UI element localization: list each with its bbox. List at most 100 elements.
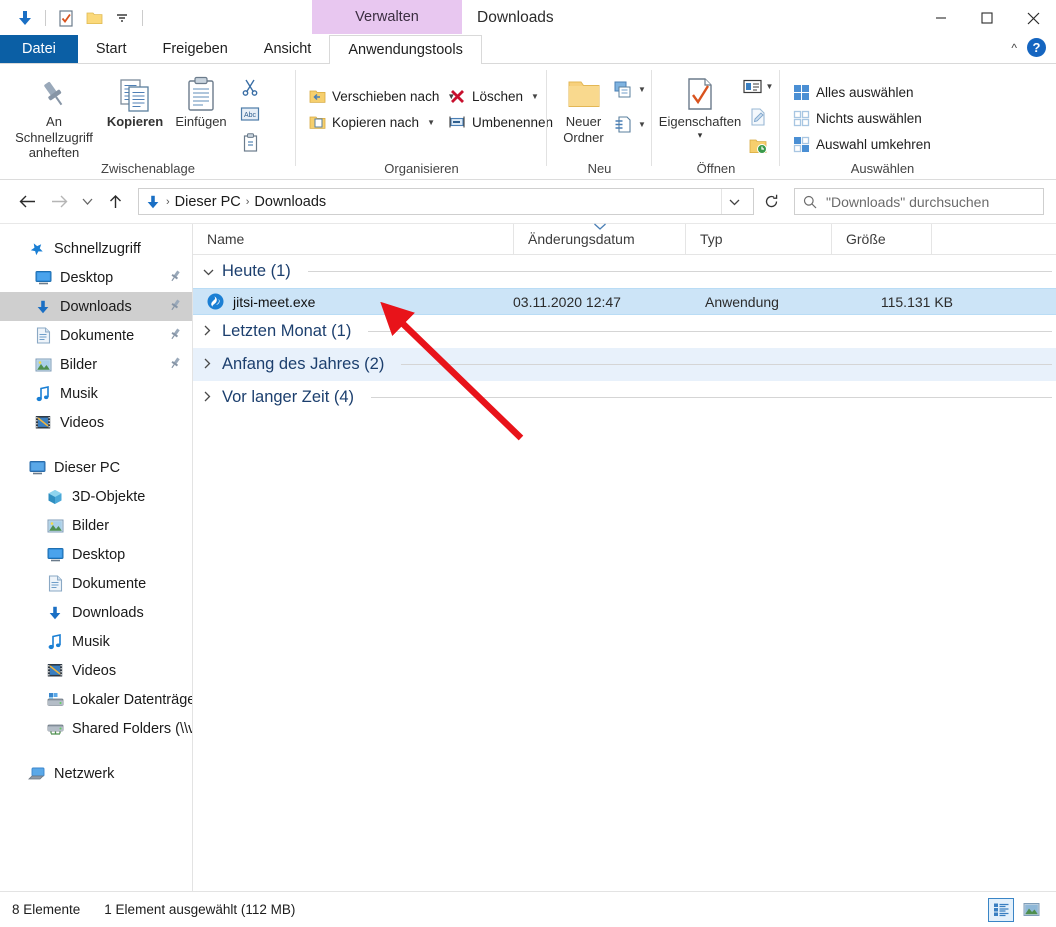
sidebar-item-shared-folders[interactable]: Shared Folders (\\vm xyxy=(0,714,192,743)
minimize-button[interactable] xyxy=(918,0,964,36)
column-header-groesse[interactable]: Größe xyxy=(831,224,931,255)
back-button[interactable] xyxy=(12,187,42,217)
chevron-down-icon[interactable]: ▼ xyxy=(531,92,539,101)
group-header-vor-langer-zeit[interactable]: Vor langer Zeit (4) xyxy=(193,381,1056,414)
sidebar-item-lokaler-datentraeger[interactable]: Lokaler Datenträger xyxy=(0,685,192,714)
move-to-button[interactable]: Verschieben nach ▼ xyxy=(302,84,430,108)
column-header-aenderungsdatum[interactable]: Änderungsdatum xyxy=(513,224,685,255)
invert-selection-button[interactable]: Auswahl umkehren xyxy=(786,132,937,156)
breadcrumb-bar[interactable]: › Dieser PC › Downloads xyxy=(138,188,754,215)
sidebar-label: Downloads xyxy=(72,605,144,621)
properties-icon[interactable] xyxy=(55,7,77,29)
forward-button[interactable] xyxy=(44,187,74,217)
history-button[interactable] xyxy=(742,133,774,160)
select-all-button[interactable]: Alles auswählen xyxy=(786,80,937,104)
sidebar-label: Videos xyxy=(72,663,116,679)
group-header-heute[interactable]: Heute (1) xyxy=(193,255,1056,288)
chevron-down-icon[interactable]: ▼ xyxy=(638,120,646,129)
details-view-button[interactable] xyxy=(988,898,1014,922)
sidebar-item-musik[interactable]: Musik xyxy=(0,379,192,408)
cut-button[interactable] xyxy=(234,73,266,100)
window-controls xyxy=(918,0,1056,36)
easy-access-button[interactable]: ▼ xyxy=(614,111,646,138)
group-label: Heute (1) xyxy=(222,262,291,281)
sidebar-item-dokumente[interactable]: Dokumente xyxy=(0,321,192,350)
chevron-right-icon[interactable] xyxy=(203,391,215,405)
sidebar-item-bilder[interactable]: Bilder xyxy=(0,350,192,379)
sidebar-item-desktop-pc[interactable]: Desktop xyxy=(0,540,192,569)
tab-datei[interactable]: Datei xyxy=(0,35,78,63)
chevron-down-icon[interactable]: ▼ xyxy=(638,85,646,94)
sidebar-item-netzwerk[interactable]: Netzwerk xyxy=(0,759,192,788)
maximize-button[interactable] xyxy=(964,0,1010,36)
copy-to-label: Kopieren nach xyxy=(332,115,419,130)
table-row[interactable]: jitsi-meet.exe 03.11.2020 12:47 Anwendun… xyxy=(193,288,1056,315)
sidebar-item-videos[interactable]: Videos xyxy=(0,408,192,437)
paste-button[interactable]: Einfügen xyxy=(168,68,234,130)
recent-locations-button[interactable] xyxy=(76,187,98,217)
new-folder-button[interactable]: Neuer Ordner xyxy=(553,68,614,145)
sidebar-item-videos-pc[interactable]: Videos xyxy=(0,656,192,685)
chevron-right-icon[interactable] xyxy=(203,358,215,372)
edit-button[interactable] xyxy=(742,103,774,130)
file-name-cell[interactable]: jitsi-meet.exe xyxy=(193,293,513,310)
tab-start[interactable]: Start xyxy=(78,35,145,63)
chevron-down-icon[interactable]: ▼ xyxy=(427,118,435,127)
pin-quick-access-button[interactable]: An Schnellzugriff anheften xyxy=(6,68,102,161)
new-item-button[interactable]: ▼ xyxy=(614,76,646,103)
ribbon-tab-strip: Datei Start Freigeben Ansicht Anwendungs… xyxy=(0,36,1056,64)
collapse-ribbon-icon[interactable]: ^ xyxy=(1011,41,1017,55)
close-button[interactable] xyxy=(1010,0,1056,36)
sidebar-item-musik-pc[interactable]: Musik xyxy=(0,627,192,656)
address-dropdown-icon[interactable] xyxy=(721,189,747,214)
column-header-name[interactable]: Name xyxy=(193,224,513,255)
tab-anwendungstools[interactable]: Anwendungstools xyxy=(329,35,481,64)
downloads-icon[interactable] xyxy=(14,7,36,29)
pin-icon[interactable] xyxy=(169,269,182,286)
sidebar-item-3d-objekte[interactable]: 3D-Objekte xyxy=(0,482,192,511)
group-header-letzten-monat[interactable]: Letzten Monat (1) xyxy=(193,315,1056,348)
help-icon[interactable]: ? xyxy=(1027,38,1046,57)
up-button[interactable] xyxy=(100,187,130,217)
disk-drive-icon xyxy=(46,691,64,709)
copy-to-button[interactable]: Kopieren nach ▼ xyxy=(302,110,430,134)
properties-button[interactable]: Eigenschaften ▾ xyxy=(658,68,742,140)
chevron-down-icon[interactable]: ▼ xyxy=(766,82,774,91)
breadcrumb-separator: › xyxy=(166,196,170,208)
delete-label: Löschen xyxy=(472,89,523,104)
breadcrumb-downloads[interactable]: Downloads xyxy=(254,194,326,210)
sidebar-item-dokumente-pc[interactable]: Dokumente xyxy=(0,569,192,598)
sidebar-item-dieser-pc[interactable]: Dieser PC xyxy=(0,453,192,482)
large-icons-view-button[interactable] xyxy=(1018,898,1044,922)
breadcrumb-dieser-pc[interactable]: Dieser PC xyxy=(175,194,241,210)
properties-caret[interactable]: ▾ xyxy=(698,130,703,141)
pin-icon[interactable] xyxy=(169,327,182,344)
sidebar-item-downloads[interactable]: Downloads xyxy=(0,292,192,321)
file-date-cell: 03.11.2020 12:47 xyxy=(513,294,705,310)
chevron-down-icon[interactable] xyxy=(203,265,215,279)
search-box[interactable]: "Downloads" durchsuchen xyxy=(794,188,1044,215)
picture-icon xyxy=(34,356,52,374)
group-header-anfang-des-jahres[interactable]: Anfang des Jahres (2) xyxy=(193,348,1056,381)
pin-icon[interactable] xyxy=(169,298,182,315)
column-header-typ[interactable]: Typ xyxy=(685,224,831,255)
sidebar-item-schnellzugriff[interactable]: Schnellzugriff xyxy=(0,234,192,263)
tab-freigeben[interactable]: Freigeben xyxy=(144,35,245,63)
rename-button[interactable]: Umbenennen xyxy=(442,110,559,134)
delete-button[interactable]: Löschen ▼ xyxy=(442,84,559,108)
pin-icon[interactable] xyxy=(169,356,182,373)
search-input[interactable]: "Downloads" durchsuchen xyxy=(826,194,989,210)
chevron-down-icon[interactable] xyxy=(111,7,133,29)
sidebar-item-bilder-pc[interactable]: Bilder xyxy=(0,511,192,540)
copy-path-button[interactable]: Abc xyxy=(234,101,266,128)
open-with-button[interactable]: ▼ xyxy=(742,73,774,100)
refresh-button[interactable] xyxy=(756,188,786,215)
paste-shortcut-button[interactable] xyxy=(234,129,266,156)
new-folder-icon[interactable] xyxy=(83,7,105,29)
copy-button[interactable]: Kopieren xyxy=(102,68,168,130)
sidebar-item-desktop[interactable]: Desktop xyxy=(0,263,192,292)
select-none-button[interactable]: Nichts auswählen xyxy=(786,106,937,130)
sidebar-item-downloads-pc[interactable]: Downloads xyxy=(0,598,192,627)
chevron-right-icon[interactable] xyxy=(203,325,215,339)
tab-ansicht[interactable]: Ansicht xyxy=(246,35,330,63)
